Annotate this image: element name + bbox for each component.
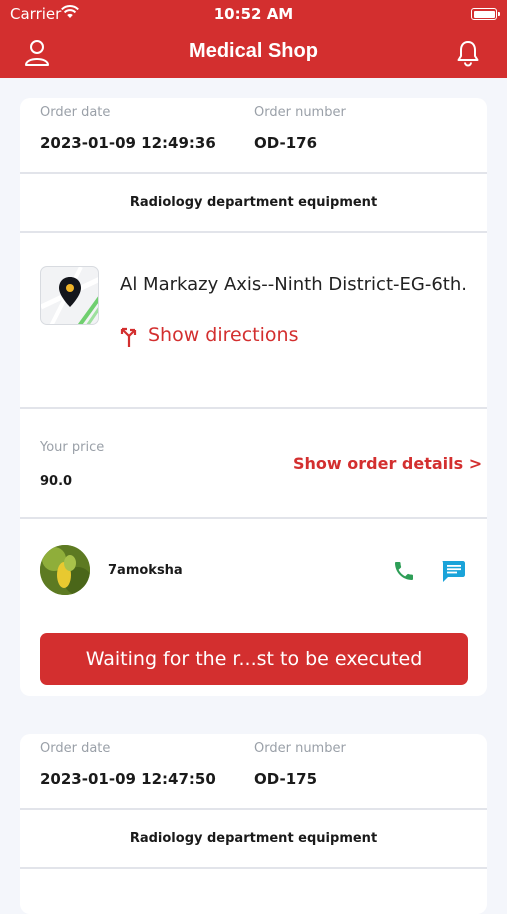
clock: 10:52 AM: [213, 5, 294, 23]
delivery-address: Al Markazy Axis--Ninth District-EG-6th..…: [120, 274, 465, 295]
app-header: Carrier 10:52 AM Medical Shop: [0, 0, 507, 78]
customer-name: 7amoksha: [108, 563, 183, 578]
divider: [20, 517, 487, 519]
battery-icon: [471, 8, 500, 20]
divider: [20, 231, 487, 233]
order-card[interactable]: Order date Order number 2023-01-09 12:47…: [20, 734, 487, 914]
order-number-value: OD-175: [254, 770, 318, 788]
status-bar: Carrier 10:52 AM: [0, 0, 507, 28]
price-label: Your price: [40, 440, 105, 455]
order-category: Radiology department equipment: [129, 195, 378, 210]
order-card[interactable]: Order date Order number 2023-01-09 12:49…: [20, 98, 487, 696]
show-directions-link[interactable]: Show directions: [148, 324, 298, 346]
order-date-value: 2023-01-09 12:47:50: [40, 770, 216, 788]
map-pin-icon: [41, 267, 98, 324]
divider: [20, 172, 487, 174]
order-date-label: Order date: [40, 741, 111, 756]
divider: [20, 867, 487, 869]
price-value: 90.0: [40, 474, 73, 489]
order-category: Radiology department equipment: [129, 831, 378, 846]
avatar: [40, 545, 90, 595]
order-date-value: 2023-01-09 12:49:36: [40, 134, 216, 152]
page-title: Medical Shop: [189, 40, 318, 62]
show-order-details-link[interactable]: Show order details >: [293, 454, 482, 473]
order-status-button[interactable]: Waiting for the r...st to be executed: [40, 633, 468, 685]
order-number-label: Order number: [254, 105, 346, 120]
order-number-value: OD-176: [254, 134, 318, 152]
divider: [20, 407, 487, 409]
divider: [20, 808, 487, 810]
directions-arrow-icon[interactable]: [118, 324, 140, 348]
bell-icon[interactable]: [456, 39, 480, 67]
phone-icon[interactable]: [392, 559, 416, 583]
order-date-label: Order date: [40, 105, 111, 120]
map-thumbnail: [40, 266, 99, 325]
order-number-label: Order number: [254, 741, 346, 756]
chat-icon[interactable]: [440, 559, 466, 583]
